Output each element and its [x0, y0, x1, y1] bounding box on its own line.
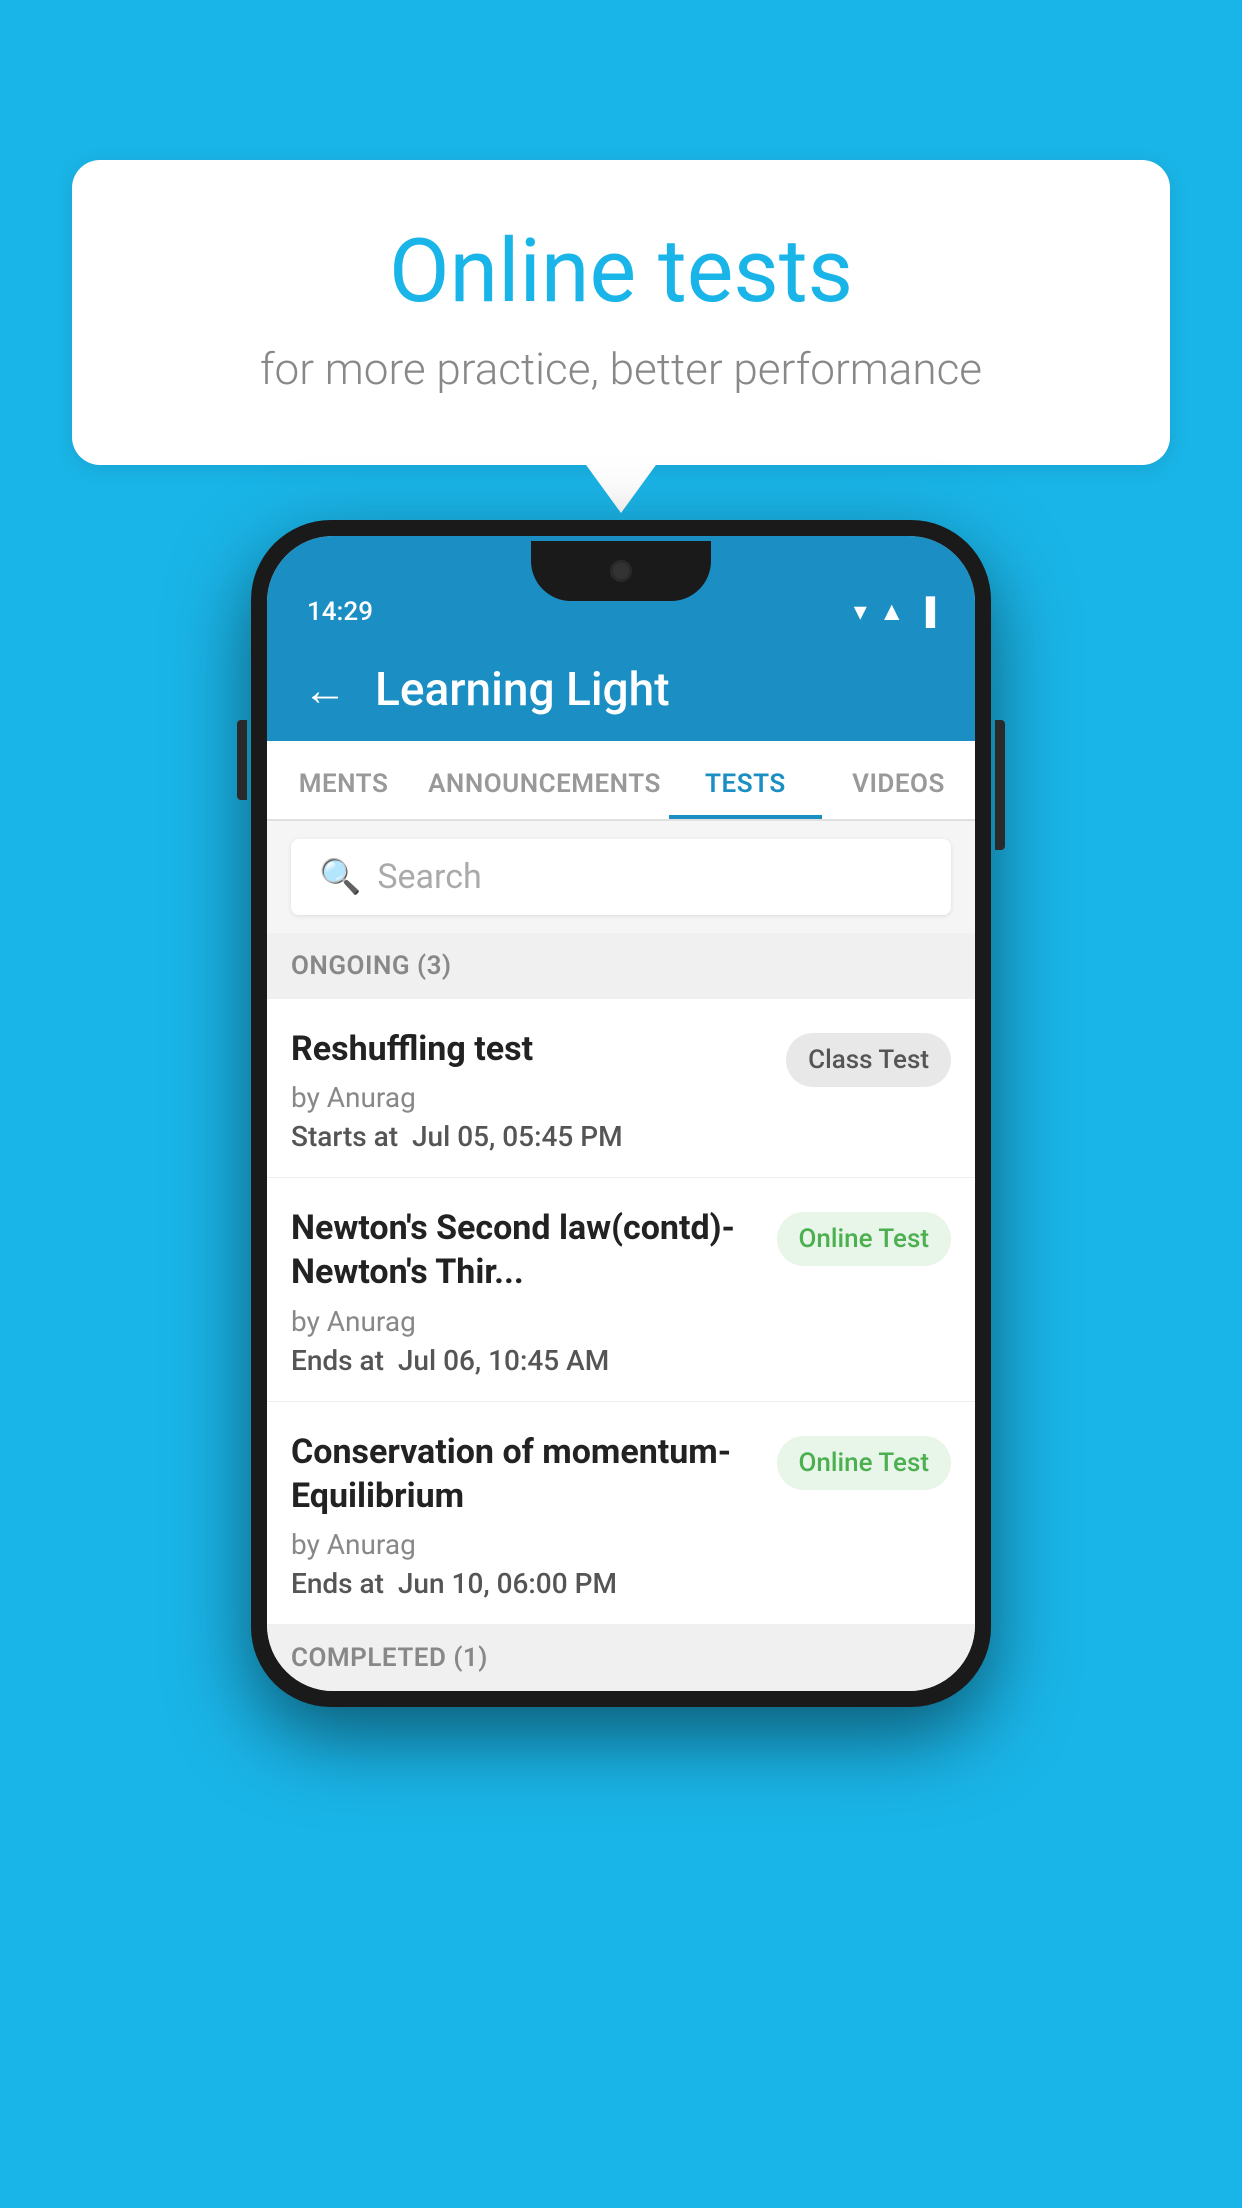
test-badge-2: Online Test: [777, 1212, 952, 1266]
app-header: ← Learning Light: [267, 639, 975, 741]
tab-tests[interactable]: TESTS: [669, 741, 822, 819]
test-badge-3: Online Test: [777, 1436, 952, 1490]
test-date-3: Ends at Jun 10, 06:00 PM: [291, 1567, 761, 1600]
ongoing-section-header: ONGOING (3): [267, 933, 975, 999]
phone-wrapper: 14:29 ▾ ▲ ▐ ← Learning Light MENTS ANNOU…: [251, 520, 991, 1707]
tab-announcements[interactable]: ANNOUNCEMENTS: [420, 741, 669, 819]
speech-bubble-subtitle: for more practice, better performance: [152, 343, 1090, 395]
back-button[interactable]: ←: [303, 664, 347, 716]
phone-notch: [531, 541, 711, 601]
tab-ments[interactable]: MENTS: [267, 741, 420, 819]
search-box[interactable]: 🔍 Search: [291, 839, 951, 915]
test-date-1: Starts at Jul 05, 05:45 PM: [291, 1120, 770, 1153]
test-by-2: by Anurag: [291, 1305, 761, 1338]
test-name-3: Conservation of momentum-Equilibrium: [291, 1430, 761, 1518]
test-item-3[interactable]: Conservation of momentum-Equilibrium by …: [267, 1402, 975, 1625]
test-name-2: Newton's Second law(contd)-Newton's Thir…: [291, 1206, 761, 1294]
phone-screen: 14:29 ▾ ▲ ▐ ← Learning Light MENTS ANNOU…: [267, 536, 975, 1691]
search-container: 🔍 Search: [267, 821, 975, 933]
speech-bubble: Online tests for more practice, better p…: [72, 160, 1170, 465]
tabs-bar: MENTS ANNOUNCEMENTS TESTS VIDEOS: [267, 741, 975, 821]
phone-camera: [610, 560, 632, 582]
tab-videos[interactable]: VIDEOS: [822, 741, 975, 819]
test-info-3: Conservation of momentum-Equilibrium by …: [291, 1430, 761, 1600]
test-date-2: Ends at Jul 06, 10:45 AM: [291, 1344, 761, 1377]
test-list: Reshuffling test by Anurag Starts at Jul…: [267, 999, 975, 1625]
test-info-1: Reshuffling test by Anurag Starts at Jul…: [291, 1027, 770, 1153]
test-item-2[interactable]: Newton's Second law(contd)-Newton's Thir…: [267, 1178, 975, 1401]
search-icon: 🔍: [319, 857, 361, 897]
phone-power-button: [995, 720, 1005, 850]
test-item-1[interactable]: Reshuffling test by Anurag Starts at Jul…: [267, 999, 975, 1178]
test-name-1: Reshuffling test: [291, 1027, 770, 1071]
speech-bubble-title: Online tests: [152, 220, 1090, 323]
phone-notch-area: [251, 536, 991, 606]
completed-section-header: COMPLETED (1): [267, 1625, 975, 1691]
phone-volume-button: [237, 720, 247, 800]
test-badge-1: Class Test: [786, 1033, 951, 1087]
test-info-2: Newton's Second law(contd)-Newton's Thir…: [291, 1206, 761, 1376]
app-title: Learning Light: [375, 663, 670, 717]
test-by-3: by Anurag: [291, 1528, 761, 1561]
phone-frame: 14:29 ▾ ▲ ▐ ← Learning Light MENTS ANNOU…: [251, 520, 991, 1707]
test-by-1: by Anurag: [291, 1081, 770, 1114]
search-input[interactable]: Search: [377, 857, 481, 897]
